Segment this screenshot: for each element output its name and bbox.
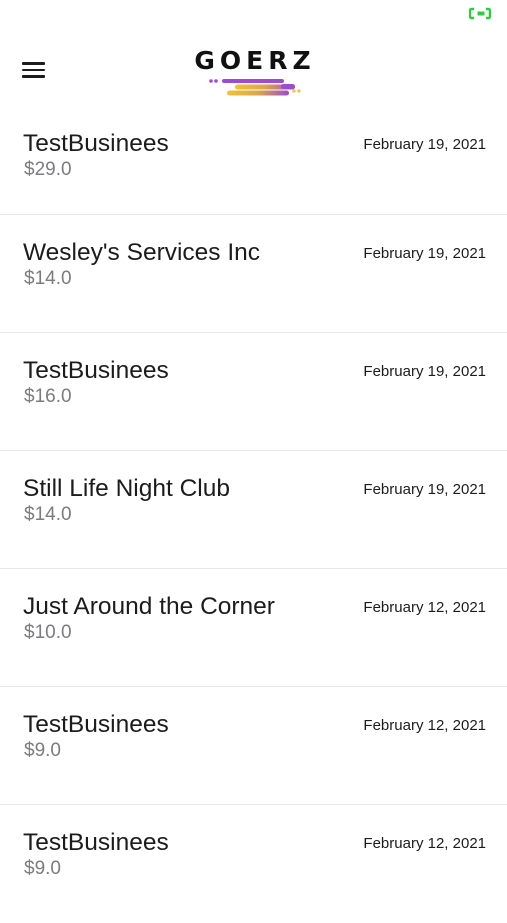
transaction-price: $9.0 [24, 740, 61, 761]
hamburger-menu-button[interactable] [18, 55, 50, 83]
transaction-price: $29.0 [24, 159, 72, 180]
transaction-date: February 19, 2021 [363, 363, 486, 380]
logo-text: GOERZ [194, 46, 316, 75]
transaction-row[interactable]: TestBusinees $29.0 February 19, 2021 [0, 120, 507, 215]
transaction-row[interactable]: Wesley's Services Inc $14.0 February 19,… [0, 215, 507, 333]
business-name: Just Around the Corner [23, 593, 275, 620]
battery-icon [469, 7, 492, 20]
logo-swoosh [209, 79, 301, 96]
transaction-row[interactable]: TestBusinees $16.0 February 19, 2021 [0, 333, 507, 451]
business-name: TestBusinees [23, 130, 169, 157]
transaction-date: February 19, 2021 [363, 481, 486, 498]
menu-line [22, 62, 45, 65]
transaction-date: February 12, 2021 [363, 835, 486, 852]
app-header: GOERZ [0, 28, 507, 120]
transaction-row[interactable]: TestBusinees $9.0 February 12, 2021 [0, 687, 507, 805]
goerz-logo: GOERZ [193, 40, 317, 100]
transaction-row[interactable]: Just Around the Corner $10.0 February 12… [0, 569, 507, 687]
business-name: TestBusinees [23, 711, 169, 738]
business-name: TestBusinees [23, 357, 169, 384]
business-name: Wesley's Services Inc [23, 239, 261, 266]
transaction-price: $9.0 [24, 858, 61, 879]
transaction-list: TestBusinees $29.0 February 19, 2021 Wes… [0, 120, 507, 923]
business-name: Still Life Night Club [23, 475, 230, 502]
business-name: TestBusinees [23, 829, 169, 856]
menu-line [22, 75, 45, 78]
transaction-price: $16.0 [24, 386, 72, 407]
transaction-date: February 12, 2021 [363, 599, 486, 616]
status-bar [0, 0, 507, 28]
transaction-date: February 19, 2021 [363, 136, 486, 153]
transaction-row[interactable]: TestBusinees $9.0 February 12, 2021 [0, 805, 507, 923]
transaction-price: $14.0 [24, 504, 72, 525]
transaction-date: February 12, 2021 [363, 717, 486, 734]
transaction-row[interactable]: Still Life Night Club $14.0 February 19,… [0, 451, 507, 569]
transaction-price: $10.0 [24, 622, 72, 643]
transaction-price: $14.0 [24, 268, 72, 289]
menu-line [22, 68, 45, 72]
transaction-date: February 19, 2021 [363, 245, 486, 262]
